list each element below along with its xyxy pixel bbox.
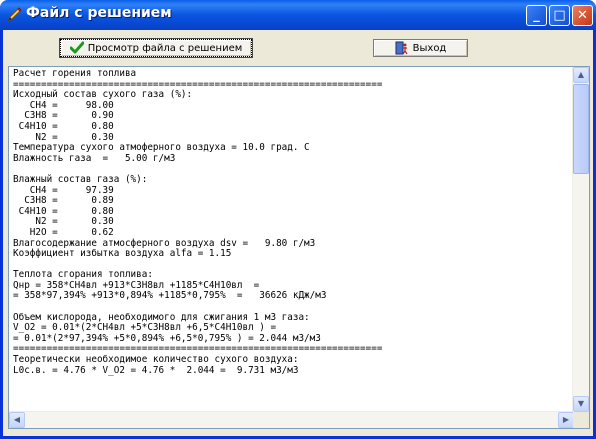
horizontal-scrollbar[interactable]: ◀ ▶ [9, 411, 574, 428]
close-icon: ✕ [577, 8, 588, 23]
scroll-up-button[interactable]: ▲ [573, 67, 589, 83]
minimize-button[interactable]: _ [526, 5, 547, 26]
exit-label: Выход [412, 42, 447, 54]
window-title: Файл с решением [26, 5, 172, 21]
maximize-button[interactable]: □ [549, 5, 570, 26]
minimize-icon: _ [533, 8, 540, 23]
exit-button[interactable]: Выход [373, 39, 468, 57]
scrollbar-corner [573, 412, 589, 428]
close-button[interactable]: ✕ [572, 5, 593, 26]
text-line: Влажный состав газа (%): [13, 173, 148, 185]
vertical-scroll-thumb[interactable] [573, 84, 589, 174]
view-file-label: Просмотр файла с решением [87, 42, 243, 54]
text-line: L0с.в. = 4.76 * V_O2 = 4.76 * 2.044 = 9.… [13, 364, 299, 376]
green-checkmark-icon [69, 41, 84, 54]
title-bar[interactable]: Файл с решением _ □ ✕ [0, 0, 596, 30]
result-window: Файл с решением _ □ ✕ Просмотр файла с р… [0, 0, 596, 439]
solution-text-area[interactable]: Расчет горения топлива ==================… [8, 66, 590, 429]
text-line: Расчет горения топлива [13, 69, 137, 79]
chevron-up-icon: ▲ [577, 70, 585, 79]
pen-icon [6, 7, 22, 23]
vertical-scrollbar[interactable]: ▲ ▼ [572, 67, 589, 412]
text-line: Коэффициент избытка воздуха alfa = 1.15 [13, 248, 232, 260]
text-line: H2O = 0.62 [13, 226, 114, 238]
chevron-left-icon: ◀ [13, 415, 21, 424]
scroll-right-button[interactable]: ▶ [558, 412, 574, 428]
chevron-right-icon: ▶ [562, 415, 570, 424]
text-line: = 358*97,394% +913*0,894% +1185*0,795% =… [13, 290, 327, 302]
maximize-icon: □ [553, 8, 566, 23]
view-file-button[interactable]: Просмотр файла с решением [59, 38, 253, 58]
solution-text: Расчет горения топлива ==================… [13, 69, 568, 413]
scroll-left-button[interactable]: ◀ [9, 412, 25, 428]
text-line: C4H10 = 0.80 [13, 120, 114, 132]
scroll-down-button[interactable]: ▼ [573, 396, 589, 412]
text-line: Влажность газа = 5.00 г/м3 [13, 152, 176, 164]
exit-door-icon [395, 41, 408, 55]
chevron-down-icon: ▼ [577, 399, 585, 408]
